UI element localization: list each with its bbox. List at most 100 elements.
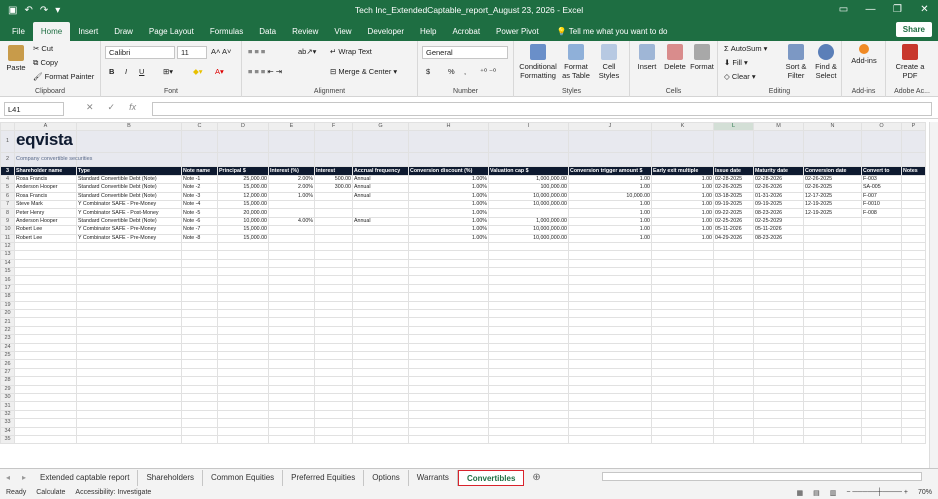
cell[interactable]: [901, 309, 926, 319]
cell[interactable]: [651, 418, 714, 428]
cell[interactable]: [803, 384, 862, 394]
cell[interactable]: [488, 376, 569, 386]
cell[interactable]: [217, 283, 269, 294]
data-cell[interactable]: Note -8: [181, 233, 218, 243]
italic-button[interactable]: I: [125, 67, 127, 76]
cell[interactable]: [181, 376, 218, 386]
comma-button[interactable]: ,: [464, 67, 466, 76]
cell[interactable]: [268, 241, 315, 252]
cell[interactable]: [217, 300, 269, 311]
data-cell[interactable]: [314, 208, 353, 218]
cell[interactable]: [651, 267, 714, 277]
cell[interactable]: [14, 267, 77, 277]
data-cell[interactable]: [861, 225, 902, 235]
cell[interactable]: [568, 342, 652, 353]
borders-icon[interactable]: ⊞▾: [163, 67, 173, 76]
data-cell[interactable]: 1.00: [568, 174, 652, 185]
cell[interactable]: [268, 250, 315, 260]
data-cell[interactable]: 1.00%: [408, 233, 489, 243]
data-cell[interactable]: Annual: [352, 191, 409, 201]
cell[interactable]: [314, 267, 353, 277]
cell[interactable]: [861, 376, 902, 386]
data-cell[interactable]: Note -2: [181, 183, 218, 193]
name-box[interactable]: L41: [4, 102, 64, 116]
cell[interactable]: [753, 359, 804, 369]
cell[interactable]: [268, 376, 315, 386]
cell[interactable]: [408, 350, 489, 361]
cell[interactable]: [181, 426, 218, 436]
cell[interactable]: [753, 376, 804, 386]
cell[interactable]: [268, 384, 315, 394]
data-cell[interactable]: 300.00: [314, 183, 353, 193]
format-cells-button[interactable]: Format: [688, 44, 716, 71]
cell[interactable]: [352, 359, 409, 369]
cell[interactable]: [314, 350, 353, 361]
autosum-button[interactable]: Σ AutoSum ▾: [724, 44, 767, 53]
cell[interactable]: [268, 130, 315, 154]
ribbon-display-icon[interactable]: ▭: [830, 0, 857, 20]
cell[interactable]: [408, 300, 489, 311]
cell[interactable]: [314, 317, 353, 327]
cell[interactable]: [268, 309, 315, 319]
data-cell[interactable]: Note -4: [181, 199, 218, 210]
cell[interactable]: [76, 392, 182, 403]
cell[interactable]: [352, 401, 409, 411]
cell[interactable]: [14, 350, 77, 361]
row-header[interactable]: 12: [0, 241, 15, 252]
cell[interactable]: [76, 342, 182, 353]
cell[interactable]: [901, 367, 926, 378]
data-cell[interactable]: Annual: [352, 183, 409, 193]
cell[interactable]: [268, 258, 315, 269]
percent-button[interactable]: %: [448, 67, 455, 76]
column-header[interactable]: D: [217, 122, 269, 132]
data-cell[interactable]: 09-19-2025: [753, 199, 804, 210]
cell[interactable]: [713, 283, 754, 294]
data-cell[interactable]: 1.00: [568, 183, 652, 193]
cell[interactable]: [314, 401, 353, 411]
data-cell[interactable]: 02-25-2029: [753, 216, 804, 227]
top-align-icon[interactable]: ≡ ≡ ≡: [248, 47, 265, 56]
cell[interactable]: [901, 409, 926, 420]
data-cell[interactable]: F-008: [861, 208, 902, 218]
sheet-tab-options[interactable]: Options: [364, 469, 409, 486]
format-painter-button[interactable]: 🖌 Format Painter: [33, 72, 94, 81]
cell[interactable]: [568, 241, 652, 252]
column-header[interactable]: O: [861, 122, 902, 132]
redo-icon[interactable]: ↷: [40, 5, 48, 16]
cell[interactable]: [268, 152, 315, 168]
cell[interactable]: [14, 275, 77, 285]
formula-input[interactable]: [152, 102, 932, 116]
cell[interactable]: [651, 409, 714, 420]
ribbon-tab-acrobat[interactable]: Acrobat: [444, 22, 488, 41]
data-cell[interactable]: 1.00%: [408, 216, 489, 227]
cell[interactable]: [861, 426, 902, 436]
data-cell[interactable]: SA-005: [861, 183, 902, 193]
share-button[interactable]: Share: [895, 22, 932, 37]
cell[interactable]: [217, 401, 269, 411]
cell[interactable]: [753, 325, 804, 336]
data-cell[interactable]: 02-28-2026: [753, 174, 804, 185]
cell[interactable]: [488, 300, 569, 311]
cell[interactable]: [803, 292, 862, 302]
cell[interactable]: [314, 384, 353, 394]
cell[interactable]: [651, 130, 714, 154]
cell[interactable]: [217, 152, 269, 168]
addins-button[interactable]: Add-ins: [846, 44, 882, 65]
cell[interactable]: [352, 250, 409, 260]
row-header[interactable]: 4: [0, 174, 15, 185]
cell[interactable]: [901, 376, 926, 386]
cell[interactable]: [488, 342, 569, 353]
data-cell[interactable]: Standard Convertible Debt (Note): [76, 191, 182, 201]
data-cell[interactable]: 09-22-2025: [713, 208, 754, 218]
cell[interactable]: [14, 334, 77, 344]
cell[interactable]: [568, 258, 652, 269]
cell[interactable]: [861, 283, 902, 294]
data-cell[interactable]: 10,000,000.00: [488, 225, 569, 235]
cell[interactable]: [314, 334, 353, 344]
data-cell[interactable]: [861, 233, 902, 243]
cell[interactable]: [753, 152, 804, 168]
accessibility-status[interactable]: Accessibility: Investigate: [75, 489, 151, 496]
row-header[interactable]: 29: [0, 384, 15, 394]
cell[interactable]: [352, 317, 409, 327]
cell[interactable]: [76, 401, 182, 411]
